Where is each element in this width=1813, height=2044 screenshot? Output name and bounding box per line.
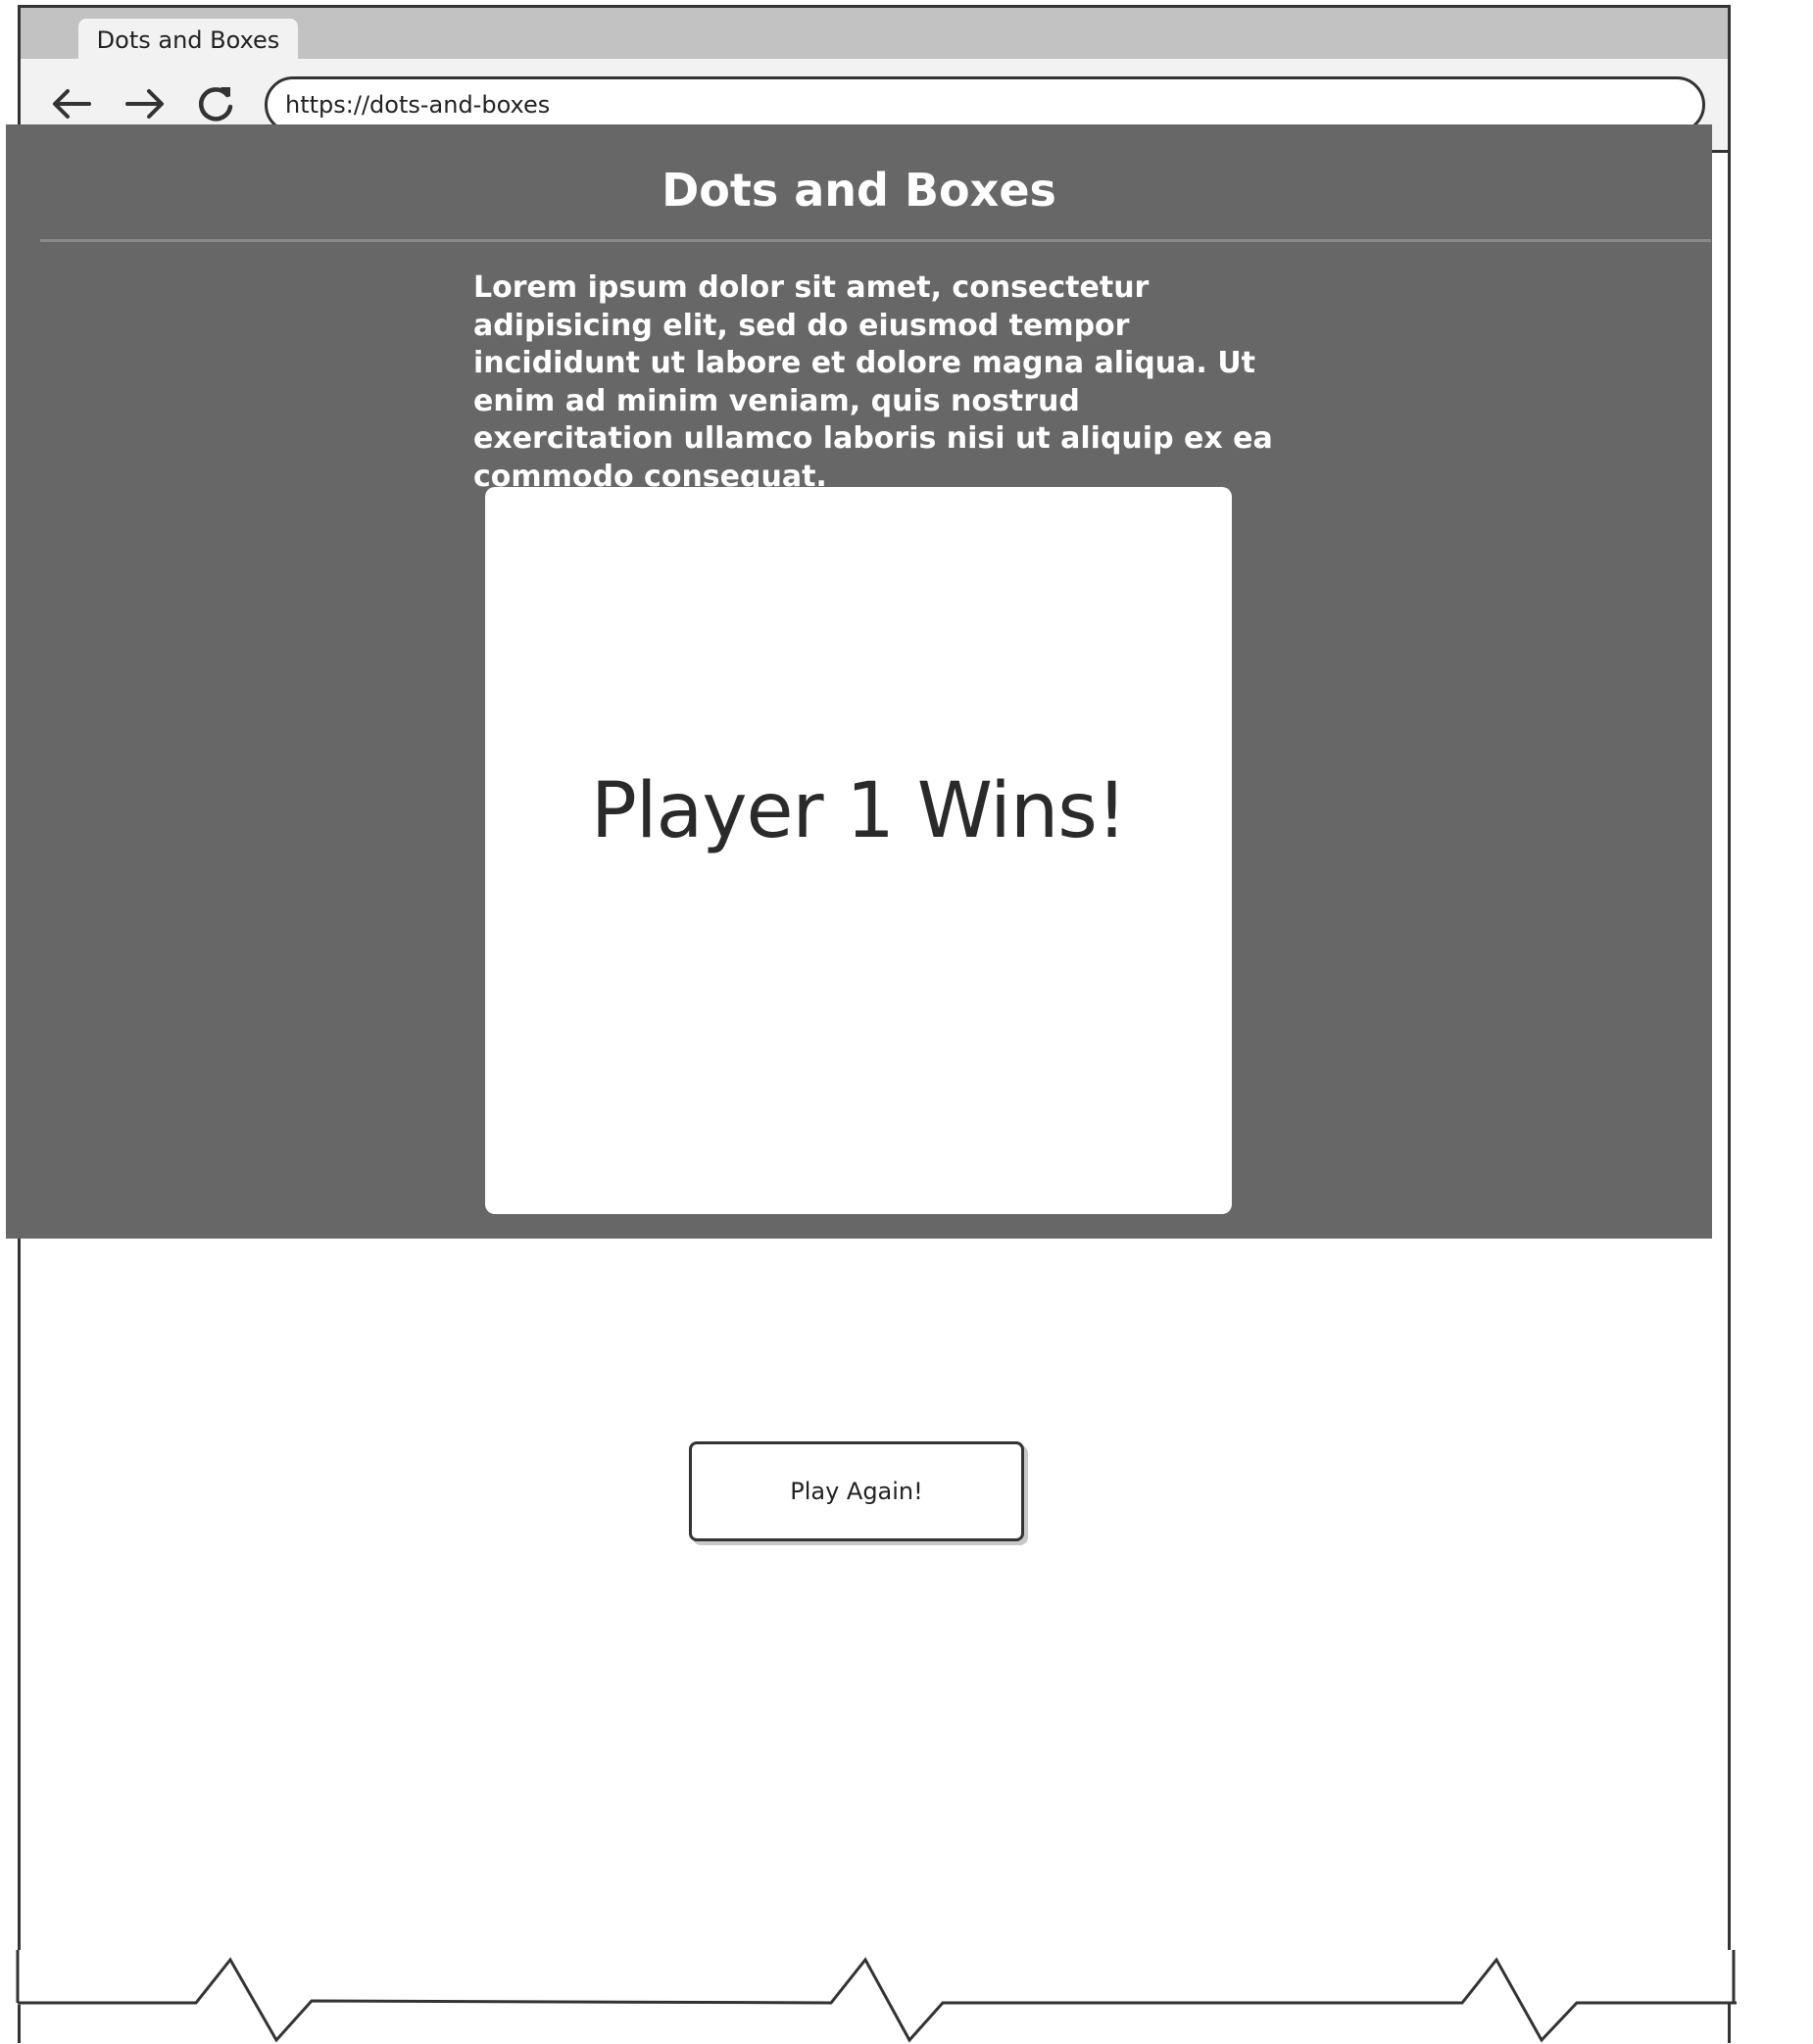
arrow-left-icon [53, 89, 91, 119]
tab-bar: Dots and Boxes [21, 8, 1728, 62]
url-text: https://dots-and-boxes [285, 91, 551, 119]
reload-icon [199, 87, 233, 122]
reload-button[interactable] [192, 80, 239, 127]
torn-page-edge [0, 1950, 1737, 2043]
tab-title: Dots and Boxes [96, 26, 280, 54]
play-again-button[interactable]: Play Again! [689, 1441, 1024, 1541]
page-title: Dots and Boxes [662, 164, 1056, 217]
result-message: Player 1 Wins! [590, 767, 1127, 855]
browser-tab[interactable]: Dots and Boxes [78, 19, 298, 62]
arrow-right-icon [125, 89, 164, 119]
forward-button[interactable] [122, 80, 169, 127]
modal-overlay: Dots and Boxes Lorem ipsum dolor sit ame… [6, 124, 1712, 1239]
play-again-label: Play Again! [790, 1478, 923, 1505]
intro-paragraph: Lorem ipsum dolor sit amet, consectetur … [473, 270, 1273, 494]
result-modal: Player 1 Wins! [485, 487, 1232, 1214]
title-divider [40, 239, 1711, 242]
back-button[interactable] [48, 80, 95, 127]
page: Dots and Boxes https://dots-and-boxes Pl… [0, 0, 1813, 2044]
